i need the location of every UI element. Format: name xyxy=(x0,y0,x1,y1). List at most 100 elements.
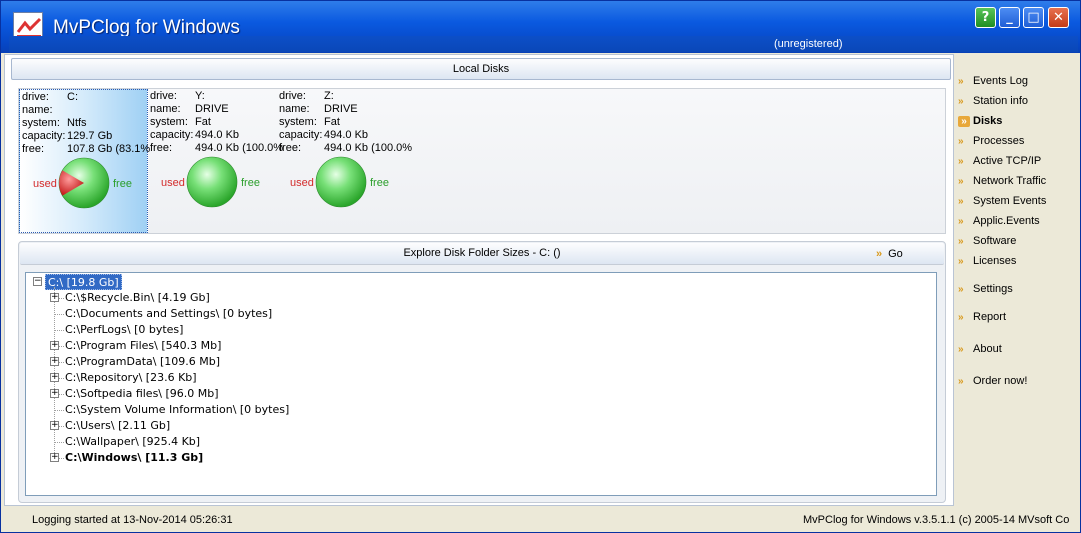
tree-folder-node[interactable]: C:\Program Files\ [540.3 Mb] xyxy=(65,338,221,354)
tree-folder-node[interactable]: C:\Softpedia files\ [96.0 Mb] xyxy=(65,386,219,402)
tree-branch-line xyxy=(54,314,64,315)
used-legend: used xyxy=(290,177,314,189)
chevron-right-icon: » xyxy=(958,136,964,147)
disk-usage-pie xyxy=(315,156,367,208)
tree-folder-node[interactable]: C:\Repository\ [23.6 Kb] xyxy=(65,370,197,386)
free-legend: free xyxy=(113,178,132,190)
pie-free-slice xyxy=(315,156,367,208)
disk-name-value: DRIVE xyxy=(324,103,358,115)
nav-item-network-traffic[interactable]: » Network Traffic xyxy=(958,175,1046,191)
disk-field-label: capacity: xyxy=(150,129,194,141)
disk-system-value: Fat xyxy=(324,116,340,128)
disk-free-value: 107.8 Gb (83.1% xyxy=(67,143,151,155)
tree-folder-node[interactable]: C:\Users\ [2.11 Gb] xyxy=(65,418,170,434)
disk-free-value: 494.0 Kb (100.0% xyxy=(195,142,284,154)
folder-tree[interactable]: − C:\ [19.8 Gb] + C:\$Recycle.Bin\ [4.19 Gb… xyxy=(25,272,937,496)
expand-icon[interactable]: + xyxy=(50,453,59,462)
nav-item-disks[interactable]: » Disks xyxy=(958,115,1002,131)
tree-folder-node[interactable]: C:\ProgramData\ [109.6 Mb] xyxy=(65,354,220,370)
nav-item-label: Station info xyxy=(973,95,1029,107)
nav-item-label: About xyxy=(973,343,1002,355)
expand-icon[interactable]: + xyxy=(50,373,59,382)
tree-branch-line xyxy=(54,330,64,331)
disks-area: drive: C: name: system: Ntfs capacity: 129.7 G… xyxy=(18,88,946,234)
disk-drive-value: Y: xyxy=(195,90,205,102)
nav-item-processes[interactable]: » Processes xyxy=(958,135,1024,151)
nav-item-licenses[interactable]: » Licenses xyxy=(958,255,1016,271)
disk-card[interactable]: drive: C: name: system: Ntfs capacity: 129.7 G… xyxy=(19,89,151,233)
disk-capacity-value: 494.0 Kb xyxy=(195,129,240,141)
disk-field-label: capacity: xyxy=(279,129,323,141)
disk-usage-pie xyxy=(58,157,110,209)
nav-item-station-info[interactable]: » Station info xyxy=(958,95,1028,111)
disk-system-value: Fat xyxy=(195,116,211,128)
expand-icon[interactable]: + xyxy=(50,389,59,398)
disk-field-label: name: xyxy=(22,104,53,116)
main-panel: Local Disks drive: C: name: system: Ntfs capa… xyxy=(4,54,954,506)
nav-item-report[interactable]: » Report xyxy=(958,311,1006,327)
tree-folder-node[interactable]: C:\$Recycle.Bin\ [4.19 Gb] xyxy=(65,290,210,306)
go-button[interactable]: » Go xyxy=(876,248,903,260)
nav-item-order-now[interactable]: » Order now! xyxy=(958,375,1027,391)
collapse-icon[interactable]: − xyxy=(33,277,42,286)
disk-field-label: free: xyxy=(279,142,302,154)
disk-field-label: capacity: xyxy=(22,130,66,142)
pie-free-slice xyxy=(186,156,238,208)
go-chevron-icon: » xyxy=(876,248,883,260)
nav-item-label: Disks xyxy=(973,115,1003,127)
registration-status: (unregistered) xyxy=(774,38,843,50)
nav-item-label: Network Traffic xyxy=(973,175,1047,187)
nav-item-software[interactable]: » Software xyxy=(958,235,1016,251)
nav-item-about[interactable]: » About xyxy=(958,343,1002,359)
nav-item-label: Report xyxy=(973,311,1007,323)
nav-item-label: System Events xyxy=(973,195,1047,207)
nav-item-applic-events[interactable]: » Applic.Events xyxy=(958,215,1040,231)
disk-field-label: drive: xyxy=(279,90,306,102)
tree-folder-node[interactable]: C:\Windows\ [11.3 Gb] xyxy=(65,450,203,466)
expand-icon[interactable]: + xyxy=(50,341,59,350)
disk-field-label: free: xyxy=(150,142,173,154)
disk-field-label: name: xyxy=(150,103,181,115)
nav-item-active-tcp-ip[interactable]: » Active TCP/IP xyxy=(958,155,1041,171)
chevron-right-icon: » xyxy=(958,256,964,267)
disk-card[interactable]: drive: Y: name: DRIVE system: Fat capacity: 494… xyxy=(148,89,283,233)
nav-item-label: Licenses xyxy=(973,255,1017,267)
nav-item-settings[interactable]: » Settings xyxy=(958,283,1013,299)
expand-icon[interactable]: + xyxy=(50,421,59,430)
disk-card[interactable]: drive: Z: name: DRIVE system: Fat capacity: 494… xyxy=(277,89,417,233)
disk-drive-value: C: xyxy=(67,91,78,103)
used-legend: used xyxy=(33,178,57,190)
disk-free-value: 494.0 Kb (100.0% xyxy=(324,142,413,154)
disk-field-label: system: xyxy=(150,116,188,128)
tree-folder-node[interactable]: C:\Wallpaper\ [925.4 Kb] xyxy=(65,434,200,450)
title-bar[interactable]: MvPClog for Windows ? _ □ ✕ (unregistere… xyxy=(1,1,1080,53)
nav-item-system-events[interactable]: » System Events xyxy=(958,195,1046,211)
close-button[interactable]: ✕ xyxy=(1048,7,1069,28)
chevron-right-icon: » xyxy=(958,236,964,247)
minimize-button[interactable]: _ xyxy=(999,7,1020,28)
expand-icon[interactable]: + xyxy=(50,293,59,302)
disk-usage-pie xyxy=(186,156,238,208)
disk-field-label: system: xyxy=(279,116,317,128)
nav-item-label: Order now! xyxy=(973,375,1028,387)
chevron-right-icon: » xyxy=(958,376,964,387)
help-button[interactable]: ? xyxy=(975,7,996,28)
registration-strip xyxy=(9,36,1078,52)
disk-field-label: name: xyxy=(279,103,310,115)
tree-folder-node[interactable]: C:\Documents and Settings\ [0 bytes] xyxy=(65,306,272,322)
maximize-button[interactable]: □ xyxy=(1023,7,1044,28)
go-label: Go xyxy=(888,248,903,260)
status-version: MvPClog for Windows v.3.5.1.1 (c) 2005-1… xyxy=(803,514,1070,526)
tree-folder-node[interactable]: C:\System Volume Information\ [0 bytes] xyxy=(65,402,289,418)
nav-item-events-log[interactable]: » Events Log xyxy=(958,75,1028,91)
tree-folder-node[interactable]: C:\PerfLogs\ [0 bytes] xyxy=(65,322,183,338)
disk-drive-value: Z: xyxy=(324,90,334,102)
tree-branch-line xyxy=(54,442,64,443)
nav-item-label: Settings xyxy=(973,283,1013,295)
disk-system-value: Ntfs xyxy=(67,117,87,129)
tree-root-node[interactable]: C:\ [19.8 Gb] xyxy=(45,274,122,290)
nav-item-label: Applic.Events xyxy=(973,215,1040,227)
explore-title: Explore Disk Folder Sizes - C: () xyxy=(403,247,561,259)
nav-item-label: Active TCP/IP xyxy=(973,155,1042,167)
expand-icon[interactable]: + xyxy=(50,357,59,366)
